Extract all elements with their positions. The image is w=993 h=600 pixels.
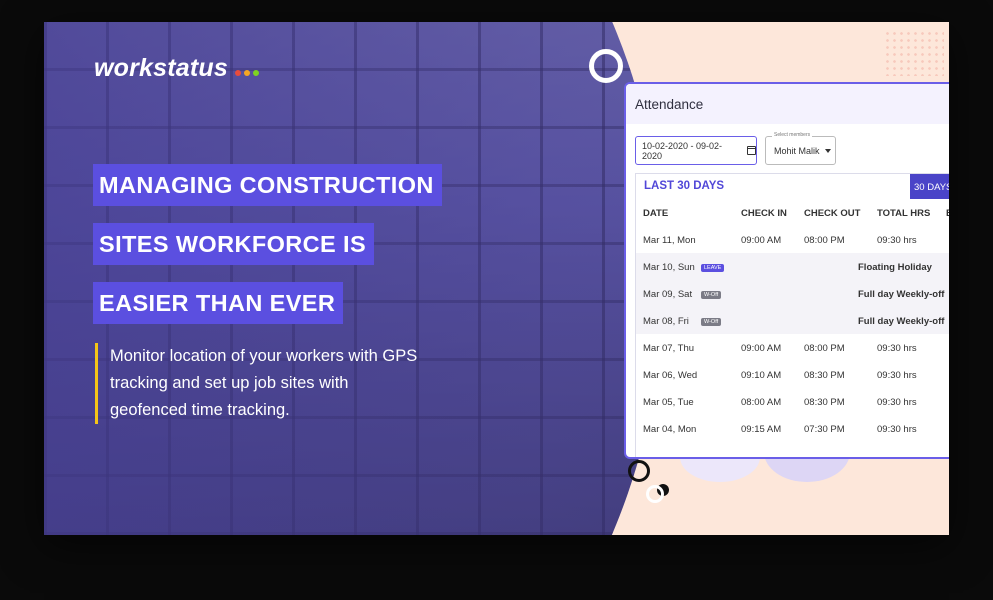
ring-decoration <box>589 49 623 83</box>
table-row[interactable]: Mar 09, Sat W-Off Full day Weekly-off <box>636 280 949 307</box>
row-date: Mar 05, Tue <box>643 397 694 408</box>
attendance-title: Attendance <box>626 84 949 124</box>
table-row[interactable]: Mar 04, Mon 09:15 AM 07:30 PM 09:30 hrs <box>636 415 949 442</box>
table-row[interactable]: Mar 08, Fri W-Off Full day Weekly-off <box>636 307 949 334</box>
range-30-days-button[interactable]: 30 DAYS <box>910 174 949 199</box>
table-row[interactable]: Mar 06, Wed 09:10 AM 08:30 PM 09:30 hrs <box>636 361 949 388</box>
row-date: Mar 04, Mon <box>643 424 697 435</box>
headline-line: EASIER THAN EVER <box>93 282 344 324</box>
row-check-in: 09:15 AM <box>741 424 782 435</box>
member-select[interactable]: Select members Mohit Malik <box>765 132 836 165</box>
row-check-out: 07:30 PM <box>804 424 845 435</box>
status-badge: W-Off <box>701 291 722 299</box>
table-row[interactable]: Mar 07, Thu 09:00 AM 08:00 PM 09:30 hrs <box>636 334 949 361</box>
row-total-hrs: 09:30 hrs <box>877 235 917 246</box>
chevron-down-icon <box>824 148 831 153</box>
row-total-hrs: 09:30 hrs <box>877 424 917 435</box>
row-total-hrs: 09:30 hrs <box>877 343 917 354</box>
promo-banner: workstatus MANAGING CONSTRUCTION SITES W… <box>44 22 949 535</box>
column-header[interactable]: CHECK IN <box>741 208 787 219</box>
row-date: Mar 10, Sun <box>643 262 695 273</box>
row-check-in: 08:00 AM <box>741 397 782 408</box>
column-header[interactable]: B <box>946 208 949 219</box>
row-total-hrs: 09:30 hrs <box>877 397 917 408</box>
logo-dot <box>234 70 241 76</box>
row-total-hrs: 09:30 hrs <box>877 370 917 381</box>
logo-text: workstatus <box>94 54 228 82</box>
dot-pattern-decoration <box>884 30 944 76</box>
row-date: Mar 07, Thu <box>643 343 695 354</box>
range-header: LAST 30 DAYS 30 DAYS <box>636 174 949 199</box>
row-check-out: 08:30 PM <box>804 370 845 381</box>
row-date: Mar 06, Wed <box>643 370 698 381</box>
row-note: Full day Weekly-off <box>858 316 945 327</box>
logo-dots-icon <box>234 70 259 76</box>
hero-headline: MANAGING CONSTRUCTION SITES WORKFORCE IS… <box>93 164 442 341</box>
table-row[interactable]: Mar 10, Sun LEAVE Floating Holiday <box>636 253 949 280</box>
headline-line: MANAGING CONSTRUCTION <box>93 164 442 206</box>
row-check-in: 09:10 AM <box>741 370 782 381</box>
logo-dot <box>243 70 250 76</box>
row-check-out: 08:00 PM <box>804 343 845 354</box>
range-label: LAST 30 DAYS <box>644 180 725 192</box>
table-row[interactable]: Mar 05, Tue 08:00 AM 08:30 PM 09:30 hrs <box>636 388 949 415</box>
date-range-picker[interactable]: 10-02-2020 - 09-02-2020 <box>635 136 757 165</box>
row-note: Floating Holiday <box>858 262 932 273</box>
member-select-value: Mohit Malik <box>774 145 820 156</box>
hero-description: Monitor location of your workers with GP… <box>95 343 425 424</box>
calendar-icon[interactable] <box>747 146 756 155</box>
row-check-in: 09:00 AM <box>741 343 782 354</box>
headline-line: SITES WORKFORCE IS <box>93 223 375 265</box>
row-check-in: 09:00 AM <box>741 235 782 246</box>
row-date: Mar 09, Sat <box>643 289 693 300</box>
member-select-label: Select members <box>772 132 813 138</box>
ring-decoration <box>628 460 650 482</box>
logo-dot <box>252 70 259 76</box>
row-date: Mar 08, Fri <box>643 316 689 327</box>
workstatus-logo: workstatus <box>94 54 259 83</box>
date-range-value: 10-02-2020 - 09-02-2020 <box>642 140 723 161</box>
attendance-filters: 10-02-2020 - 09-02-2020 Select members M… <box>635 132 836 165</box>
ring-decoration <box>646 485 664 503</box>
table-header: DATE CHECK IN CHECK OUT TOTAL HRS B <box>636 199 949 226</box>
row-check-out: 08:00 PM <box>804 235 845 246</box>
attendance-table: LAST 30 DAYS 30 DAYS DATE CHECK IN CHECK… <box>635 173 949 457</box>
status-badge: W-Off <box>701 318 722 326</box>
attendance-card: Attendance 10-02-2020 - 09-02-2020 Selec… <box>624 82 949 459</box>
table-row[interactable]: Mar 11, Mon 09:00 AM 08:00 PM 09:30 hrs <box>636 226 949 253</box>
table-body: Mar 11, Mon 09:00 AM 08:00 PM 09:30 hrs Mar … <box>636 226 949 442</box>
row-check-out: 08:30 PM <box>804 397 845 408</box>
row-date: Mar 11, Mon <box>643 235 696 246</box>
column-header[interactable]: DATE <box>643 208 668 219</box>
status-badge: LEAVE <box>701 264 725 272</box>
column-header[interactable]: CHECK OUT <box>804 208 860 219</box>
row-note: Full day Weekly-off <box>858 289 945 300</box>
column-header[interactable]: TOTAL HRS <box>877 208 930 219</box>
